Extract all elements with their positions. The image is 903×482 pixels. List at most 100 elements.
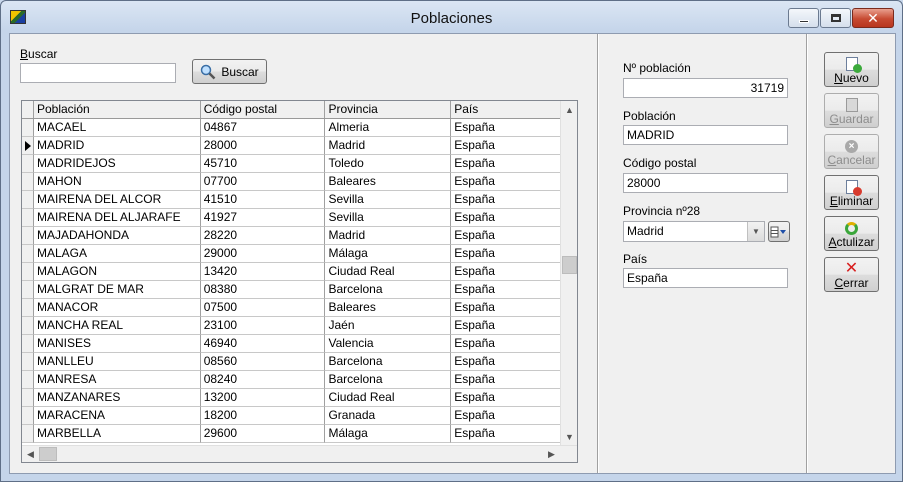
cell-poblacion[interactable]: MARBELLA xyxy=(33,425,201,443)
provincia-lookup-button[interactable] xyxy=(768,221,790,242)
cell-codigo-postal[interactable]: 08560 xyxy=(200,353,326,371)
minimize-button[interactable] xyxy=(788,8,819,28)
cell-poblacion[interactable]: MAIRENA DEL ALJARAFE xyxy=(33,209,201,227)
cell-codigo-postal[interactable]: 08240 xyxy=(200,371,326,389)
table-row[interactable]: MANRESA 08240 Barcelona España xyxy=(22,371,577,389)
search-button[interactable]: Buscar xyxy=(192,59,267,84)
guardar-button[interactable]: Guardar xyxy=(824,93,879,128)
cell-provincia[interactable]: Granada xyxy=(325,407,452,425)
maximize-button[interactable] xyxy=(820,8,851,28)
cell-poblacion[interactable]: MANCHA REAL xyxy=(33,317,201,335)
cell-provincia[interactable]: Málaga xyxy=(325,425,452,443)
table-row[interactable]: MANCHA REAL 23100 Jaén España xyxy=(22,317,577,335)
chevron-down-icon[interactable]: ▼ xyxy=(747,222,764,241)
cell-provincia[interactable]: Baleares xyxy=(325,299,452,317)
row-indicator[interactable] xyxy=(22,371,34,389)
table-row[interactable]: MANZANARES 13200 Ciudad Real España xyxy=(22,389,577,407)
row-indicator[interactable] xyxy=(22,317,34,335)
row-indicator[interactable] xyxy=(22,137,34,155)
row-indicator[interactable] xyxy=(22,353,34,371)
cell-codigo-postal[interactable]: 28220 xyxy=(200,227,326,245)
poblaciones-grid[interactable]: Población Código postal Provincia País M… xyxy=(21,100,578,463)
provincia-select[interactable]: Madrid ▼ xyxy=(623,221,765,242)
cell-provincia[interactable]: Ciudad Real xyxy=(325,263,452,281)
cell-pais[interactable]: España xyxy=(451,281,577,299)
cell-poblacion[interactable]: MACAEL xyxy=(33,119,201,137)
pais-field[interactable]: España xyxy=(623,268,788,288)
horizontal-scrollbar[interactable]: ◀ ▶ xyxy=(22,445,577,462)
cell-provincia[interactable]: Baleares xyxy=(325,173,452,191)
cell-poblacion[interactable]: MANLLEU xyxy=(33,353,201,371)
cell-provincia[interactable]: Barcelona xyxy=(325,371,452,389)
scroll-left-arrow-icon[interactable]: ◀ xyxy=(22,446,39,462)
cell-pais[interactable]: España xyxy=(451,137,577,155)
cell-pais[interactable]: España xyxy=(451,191,577,209)
table-row[interactable]: MADRID 28000 Madrid España xyxy=(22,137,577,155)
table-row[interactable]: MADRIDEJOS 45710 Toledo España xyxy=(22,155,577,173)
cell-codigo-postal[interactable]: 46940 xyxy=(200,335,326,353)
eliminar-button[interactable]: Eliminar xyxy=(824,175,879,210)
cell-poblacion[interactable]: MADRID xyxy=(33,137,201,155)
cell-provincia[interactable]: Madrid xyxy=(325,137,452,155)
cell-codigo-postal[interactable]: 23100 xyxy=(200,317,326,335)
row-indicator[interactable] xyxy=(22,227,34,245)
table-row[interactable]: MARACENA 18200 Granada España xyxy=(22,407,577,425)
cell-pais[interactable]: España xyxy=(451,155,577,173)
cell-pais[interactable]: España xyxy=(451,263,577,281)
column-header-poblacion[interactable]: Población xyxy=(34,101,201,118)
cell-poblacion[interactable]: MALGRAT DE MAR xyxy=(33,281,201,299)
cell-provincia[interactable]: Barcelona xyxy=(325,353,452,371)
close-window-button[interactable]: ✕ xyxy=(852,8,894,28)
cell-codigo-postal[interactable]: 07500 xyxy=(200,299,326,317)
poblacion-field[interactable]: MADRID xyxy=(623,125,788,145)
table-row[interactable]: MALAGA 29000 Málaga España xyxy=(22,245,577,263)
cell-pais[interactable]: España xyxy=(451,389,577,407)
nuevo-button[interactable]: Nuevo xyxy=(824,52,879,87)
cell-provincia[interactable]: Valencia xyxy=(325,335,452,353)
table-row[interactable]: MANISES 46940 Valencia España xyxy=(22,335,577,353)
cell-poblacion[interactable]: MALAGON xyxy=(33,263,201,281)
cell-poblacion[interactable]: MADRIDEJOS xyxy=(33,155,201,173)
cell-provincia[interactable]: Málaga xyxy=(325,245,452,263)
cell-poblacion[interactable]: MAHON xyxy=(33,173,201,191)
cancelar-button[interactable]: × Cancelar xyxy=(824,134,879,169)
cell-pais[interactable]: España xyxy=(451,227,577,245)
row-indicator[interactable] xyxy=(22,245,34,263)
table-row[interactable]: MANLLEU 08560 Barcelona España xyxy=(22,353,577,371)
vertical-scrollbar[interactable]: ▲ ▼ xyxy=(560,101,577,445)
scroll-up-arrow-icon[interactable]: ▲ xyxy=(561,101,577,118)
cell-codigo-postal[interactable]: 45710 xyxy=(200,155,326,173)
cell-poblacion[interactable]: MANRESA xyxy=(33,371,201,389)
row-indicator[interactable] xyxy=(22,335,34,353)
cell-pais[interactable]: España xyxy=(451,353,577,371)
cell-poblacion[interactable]: MAIRENA DEL ALCOR xyxy=(33,191,201,209)
table-row[interactable]: MAIRENA DEL ALCOR 41510 Sevilla España xyxy=(22,191,577,209)
cell-codigo-postal[interactable]: 08380 xyxy=(200,281,326,299)
cell-poblacion[interactable]: MANACOR xyxy=(33,299,201,317)
cell-provincia[interactable]: Sevilla xyxy=(325,209,452,227)
cell-provincia[interactable]: Jaén xyxy=(325,317,452,335)
cell-poblacion[interactable]: MANZANARES xyxy=(33,389,201,407)
cell-codigo-postal[interactable]: 13200 xyxy=(200,389,326,407)
row-indicator[interactable] xyxy=(22,281,34,299)
cell-poblacion[interactable]: MALAGA xyxy=(33,245,201,263)
cerrar-button[interactable]: ✕ Cerrar xyxy=(824,257,879,292)
column-header-provincia[interactable]: Provincia xyxy=(325,101,452,118)
cell-pais[interactable]: España xyxy=(451,119,577,137)
cell-pais[interactable]: España xyxy=(451,407,577,425)
table-row[interactable]: MACAEL 04867 Almeria España xyxy=(22,119,577,137)
cell-codigo-postal[interactable]: 29000 xyxy=(200,245,326,263)
cell-poblacion[interactable]: MAJADAHONDA xyxy=(33,227,201,245)
horizontal-scroll-thumb[interactable] xyxy=(39,447,57,461)
row-indicator[interactable] xyxy=(22,173,34,191)
cell-provincia[interactable]: Madrid xyxy=(325,227,452,245)
search-input[interactable] xyxy=(20,63,176,83)
cell-provincia[interactable]: Almeria xyxy=(325,119,452,137)
cell-codigo-postal[interactable]: 29600 xyxy=(200,425,326,443)
cell-pais[interactable]: España xyxy=(451,371,577,389)
cell-codigo-postal[interactable]: 28000 xyxy=(200,137,326,155)
cell-provincia[interactable]: Toledo xyxy=(325,155,452,173)
cell-pais[interactable]: España xyxy=(451,173,577,191)
codigo-postal-field[interactable]: 28000 xyxy=(623,173,788,193)
actualizar-button[interactable]: Actulizar xyxy=(824,216,879,251)
